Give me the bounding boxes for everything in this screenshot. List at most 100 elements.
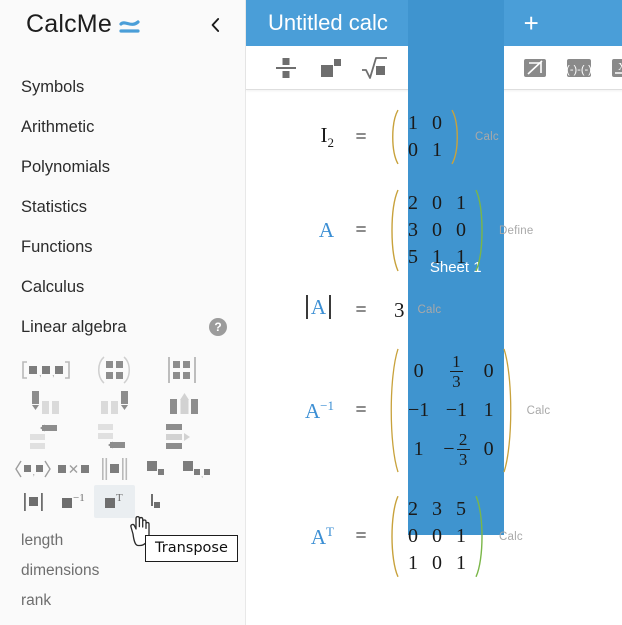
worksheet-line-identity[interactable]: I2 = 1 0 0 1 Calc — [246, 108, 622, 166]
tab-document[interactable]: Untitled calc — [246, 0, 408, 46]
power-icon[interactable] — [308, 48, 352, 88]
add-sheet-button[interactable]: + — [503, 0, 559, 46]
line-action-tag[interactable]: Calc — [418, 304, 442, 316]
sidebar-item-calculus[interactable]: Calculus — [0, 267, 245, 307]
matrix-cell: 0 — [456, 219, 466, 241]
app-title: CalcMe — [26, 9, 112, 38]
worksheet-line-define-a[interactable]: A = 2 0 1 3 0 0 5 1 1 Define — [246, 188, 622, 273]
matrix-cell: 1 — [456, 525, 466, 547]
line-action-tag[interactable]: Define — [499, 225, 533, 237]
lhs-symbol: I — [320, 122, 328, 147]
matrix-cell: 1 — [456, 192, 466, 214]
square-root-icon[interactable] — [352, 48, 396, 88]
matrix-cell: 5 — [408, 246, 418, 268]
tab-bar: Untitled calc Sheet 1 + — [246, 0, 622, 535]
sidebar-item-symbols[interactable]: Symbols — [0, 67, 245, 107]
paren-left — [388, 347, 399, 474]
function-item-rank[interactable]: rank — [0, 586, 245, 616]
inverse-icon[interactable]: −1 — [53, 485, 94, 518]
matrix-a-transpose-3x3: 2 3 5 0 0 1 1 0 1 — [388, 494, 486, 579]
matrix-2x2-parentheses-icon[interactable] — [80, 353, 148, 386]
delete-row-icon[interactable] — [148, 419, 216, 452]
sidebar-item-polynomials[interactable]: Polynomials — [0, 147, 245, 187]
line-action-tag[interactable]: Calc — [475, 131, 499, 143]
palette-row: −1 T — [12, 485, 233, 518]
insert-column-left-icon[interactable] — [12, 386, 80, 419]
sidebar-item-linear-algebra[interactable]: Linear algebra ? — [0, 307, 245, 347]
matrix-cell: 0 — [432, 192, 442, 214]
expression-lhs: I2 — [260, 122, 335, 151]
chevron-left-icon[interactable] — [205, 14, 227, 36]
sidebar-item-arithmetic[interactable]: Arithmetic — [0, 107, 245, 147]
matrix-cell-fraction: 1 3 — [443, 349, 470, 394]
insert-row-below-icon[interactable] — [80, 419, 148, 452]
worksheet-line-determinant[interactable]: A = 3 Calc — [246, 295, 622, 325]
row-vector-icon[interactable]: , , — [12, 353, 80, 386]
worksheet[interactable]: I2 = 1 0 0 1 Calc A = 2 0 1 3 0 0 5 1 1 … — [246, 90, 622, 625]
matrix-cell: 1 — [456, 246, 466, 268]
equals-sign: = — [355, 125, 367, 148]
sidebar-item-label: Linear algebra — [21, 317, 127, 336]
fraction: 2 3 — [456, 430, 470, 468]
equals-sign: = — [355, 399, 367, 421]
palette-row — [12, 386, 233, 419]
sidebar-item-functions[interactable]: Functions — [0, 227, 245, 267]
sidebar-item-statistics[interactable]: Statistics — [0, 187, 245, 227]
matrix-cell: 1 — [432, 139, 442, 161]
double-subscript-icon[interactable]: , — [176, 452, 217, 485]
inner-product-icon[interactable]: , — [12, 452, 53, 485]
substitute-x-icon[interactable]: X — [601, 48, 622, 88]
determinant-2x2-icon[interactable] — [148, 353, 216, 386]
subscript-icon[interactable] — [135, 452, 176, 485]
matrix-cell: 1 — [456, 552, 466, 574]
tab-bar-filler — [558, 0, 622, 46]
matrix-cell-fraction: − 2 3 — [436, 427, 476, 472]
function-label: length — [21, 532, 64, 549]
insert-column-right-icon[interactable] — [80, 386, 148, 419]
fraction-icon[interactable] — [264, 48, 308, 88]
fraction-numerator: 2 — [458, 430, 468, 449]
svg-text:−1: −1 — [73, 492, 85, 504]
matrix-a-inverse-3x3: 0 1 3 0 −1 −1 1 1 − 2 3 0 — [388, 347, 514, 474]
matrix-cells: 2 3 5 0 0 1 1 0 1 — [399, 494, 475, 579]
abs-bar-right — [329, 295, 331, 319]
identity-icon[interactable] — [135, 485, 176, 518]
line-action-tag[interactable]: Calc — [499, 531, 523, 543]
paren-left — [388, 108, 399, 166]
expression-rhs: 1 0 0 1 Calc — [388, 108, 499, 166]
matrix-cell: 2 — [408, 192, 418, 214]
matrix-cells: 0 1 3 0 −1 −1 1 1 − 2 3 0 — [399, 347, 503, 474]
cross-product-icon[interactable] — [53, 452, 94, 485]
linear-algebra-palette: , , , , −1 T — [0, 353, 245, 518]
matrix-cell: 1 — [408, 552, 418, 574]
matrix-cell: 5 — [456, 498, 466, 520]
calcme-app: CalcMe Symbols Arithmetic Polynomials St… — [0, 0, 622, 625]
norm-icon[interactable] — [94, 452, 135, 485]
worksheet-line-transpose[interactable]: AT = 2 3 5 0 0 1 1 0 1 Calc — [246, 494, 622, 579]
parentheses-icon[interactable]: (-)-(-) — [557, 48, 601, 88]
worksheet-line-inverse[interactable]: A−1 = 0 1 3 0 −1 −1 1 1 − 2 3 0 Calc — [246, 347, 622, 474]
expression-lhs: A — [260, 295, 334, 325]
transpose-icon[interactable]: T — [94, 485, 135, 518]
determinant-bars-icon[interactable] — [12, 485, 53, 518]
approx-equal-logo-icon — [119, 16, 141, 38]
main-area: Untitled calc Sheet 1 + (-)-(-) I2 = 1 0… — [246, 0, 622, 625]
cancel-icon[interactable] — [513, 48, 557, 88]
matrix-cell: 0 — [483, 360, 494, 382]
paren-right — [475, 494, 486, 579]
paren-right — [451, 108, 462, 166]
svg-text:T: T — [116, 492, 123, 504]
delete-column-icon[interactable] — [148, 386, 216, 419]
insert-row-above-icon[interactable] — [12, 419, 80, 452]
matrix-cell: 0 — [432, 552, 442, 574]
tooltip-transpose: Transpose — [145, 535, 238, 562]
palette-row: , , — [12, 452, 233, 485]
scalar-result: 3 — [394, 297, 405, 322]
line-action-tag[interactable]: Calc — [527, 405, 551, 417]
function-label: dimensions — [21, 562, 100, 579]
matrix-cell: 0 — [413, 360, 424, 382]
sidebar-nav: Symbols Arithmetic Polynomials Statistic… — [0, 67, 245, 347]
help-icon[interactable]: ? — [209, 318, 227, 336]
lhs-superscript: −1 — [320, 397, 334, 413]
fraction-numerator: 1 — [452, 352, 461, 371]
